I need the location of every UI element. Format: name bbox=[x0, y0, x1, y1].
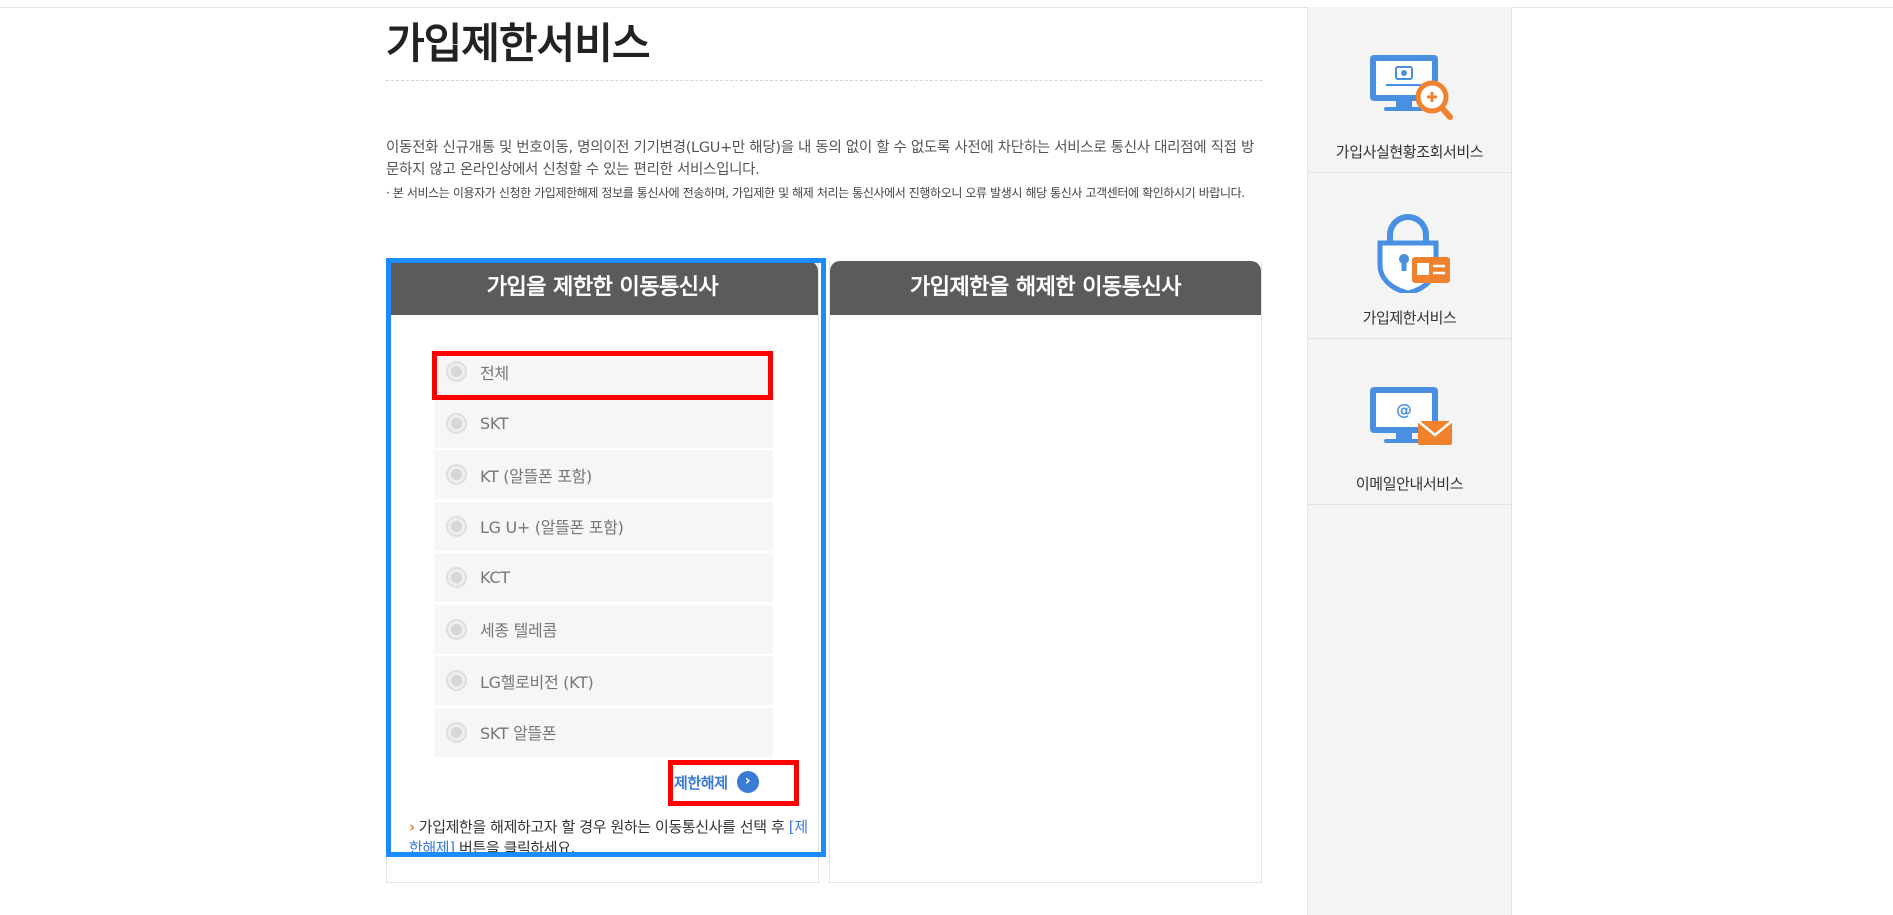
monitor-email-icon: @ bbox=[1370, 387, 1453, 445]
service-sidebar: 가입사실현황조회서비스 가입제한서비스 @ 이메일안내서비스 bbox=[1307, 7, 1512, 915]
sidebar-label: 이메일안내서비스 bbox=[1355, 475, 1464, 493]
sidebar-item-email-notice[interactable]: @ 이메일안내서비스 bbox=[1308, 339, 1511, 505]
sidebar-item-subscription-restriction[interactable]: 가입제한서비스 bbox=[1308, 173, 1511, 339]
title-divider bbox=[386, 80, 1262, 81]
released-carriers-header: 가입제한을 해제한 이동통신사 bbox=[830, 261, 1261, 315]
monitor-search-icon bbox=[1370, 55, 1453, 120]
highlight-box-all-option bbox=[432, 351, 773, 400]
top-divider bbox=[0, 7, 1893, 8]
service-notice: · 본 서비스는 이용자가 신청한 가입제한해제 정보를 통신사에 전송하며, … bbox=[386, 186, 1245, 200]
page-title: 가입제한서비스 bbox=[386, 19, 650, 68]
service-description: 이동전화 신규개통 및 번호이동, 명의이전 기기변경(LGU+만 해당)을 내… bbox=[386, 140, 1255, 178]
sidebar-label: 가입제한서비스 bbox=[1362, 309, 1457, 327]
lock-id-card-icon bbox=[1377, 214, 1450, 293]
highlight-box-release-button bbox=[668, 760, 799, 806]
sidebar-label: 가입사실현황조회서비스 bbox=[1335, 143, 1484, 161]
svg-text:@: @ bbox=[1396, 400, 1412, 419]
sidebar-item-subscription-status[interactable]: 가입사실현황조회서비스 bbox=[1308, 7, 1511, 173]
released-carriers-panel: 가입제한을 해제한 이동통신사 bbox=[829, 261, 1262, 883]
